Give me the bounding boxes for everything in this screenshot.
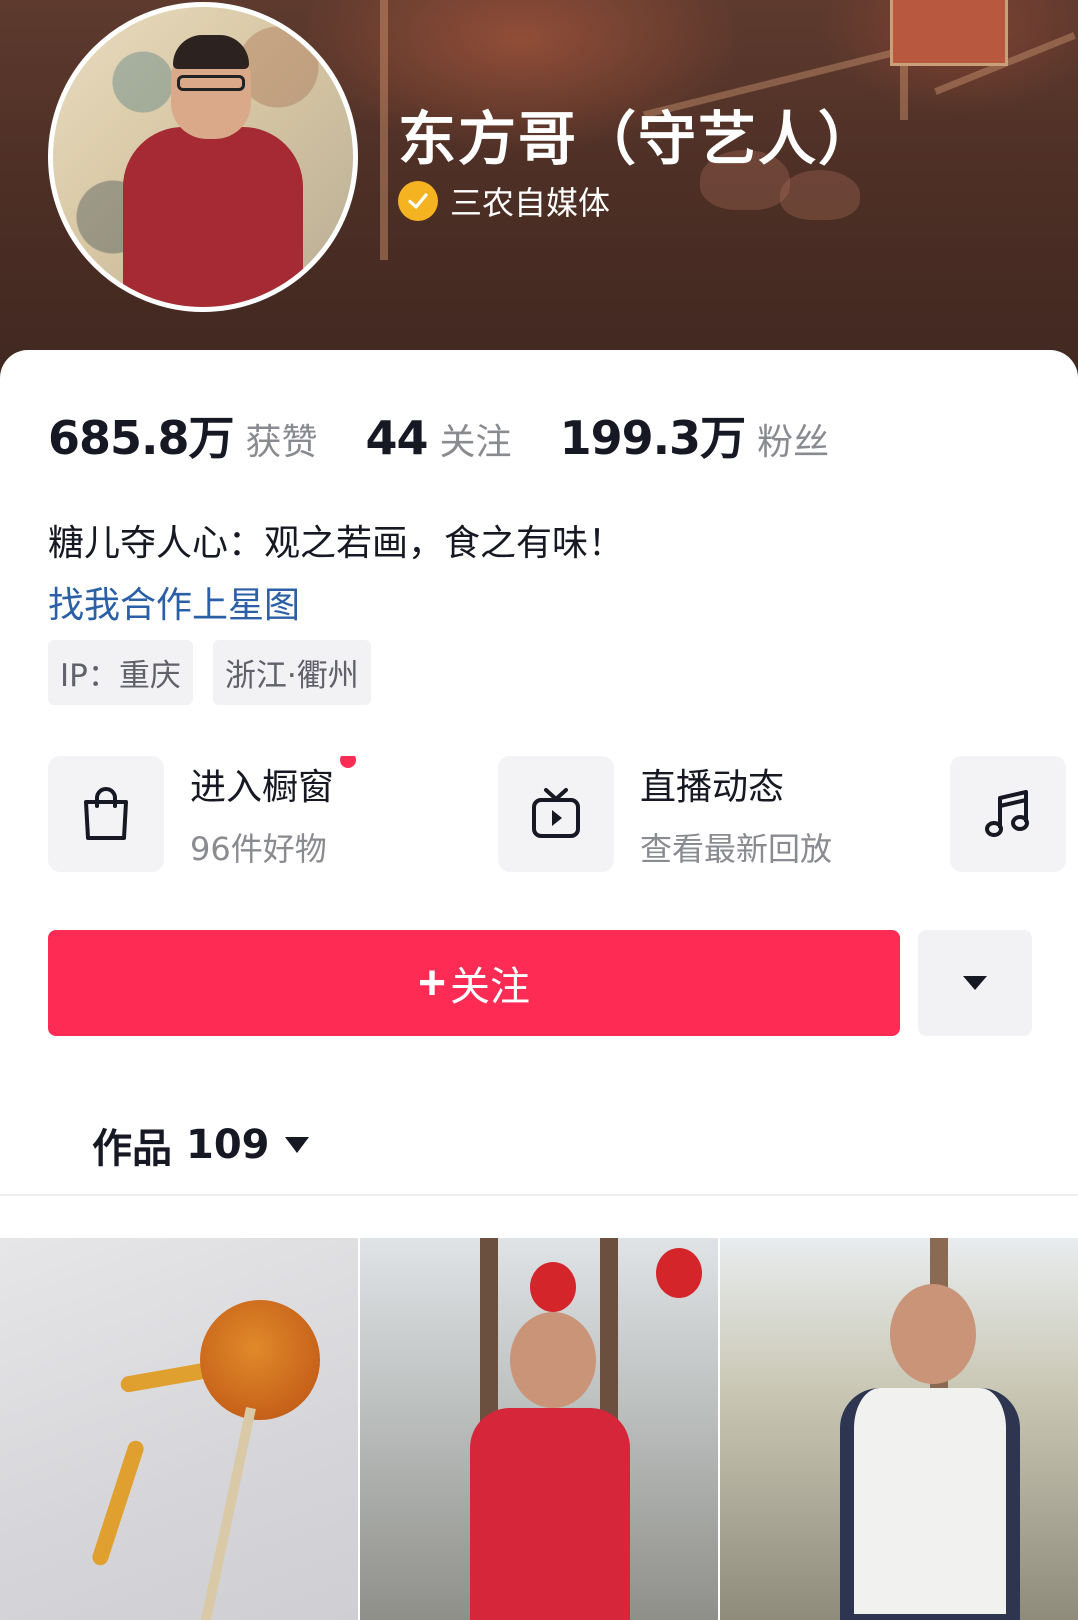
feature-subtitle: 96件好物 [190,830,327,868]
feature-live-updates[interactable]: 直播动态 查看最新回放 [498,756,832,872]
feature-title: 进入橱窗 [190,756,357,810]
stat-likes[interactable]: 685.8万 获赞 [48,402,318,468]
stat-followers[interactable]: 199.3万 粉丝 [560,402,830,468]
verification-label: 三农自媒体 [450,184,611,222]
stats-row: 685.8万 获赞 44 关注 199.3万 粉丝 [48,402,877,468]
banner-decoration [380,0,388,260]
thumbnail-art [200,1300,320,1420]
tab-works[interactable]: 作品 109 [92,1116,310,1174]
feature-subtitle: 查看最新回放 [640,830,833,868]
bio-text: 糖儿夺人心：观之若画，食之有味！ [48,523,625,564]
works-count: 109 [186,1122,270,1168]
thumbnail-art [840,1388,1020,1620]
feature-row: 进入橱窗 96件好物 直播动态 查看最新回放 [48,756,1078,876]
stat-following[interactable]: 44 关注 [366,411,512,465]
stat-label: 获赞 [245,422,318,463]
verification-row: 三农自媒体 [398,178,610,224]
ip-location-tag: IP：重庆 [48,640,193,705]
video-thumbnail[interactable] [360,1238,718,1620]
triangle-down-icon [963,976,987,990]
feature-icon-box [950,756,1066,872]
avatar-figure [177,75,245,91]
stat-value: 199.3万 [559,411,747,465]
triangle-down-icon [284,1137,309,1153]
video-grid [0,1238,1078,1620]
thumbnail-art [510,1312,596,1408]
thumbnail-art [656,1248,702,1298]
follow-button[interactable]: + 关注 [48,930,900,1036]
stat-label: 粉丝 [757,422,830,463]
feature-title-text: 进入橱窗 [190,767,335,808]
more-options-button[interactable] [918,930,1032,1036]
tags-row: IP：重庆 浙江·衢州 [48,640,391,705]
feature-text: 直播动态 查看最新回放 [640,758,832,870]
video-thumbnail[interactable] [720,1238,1078,1620]
banner-decoration [890,0,1008,66]
thumbnail-art [90,1438,146,1568]
tab-divider [0,1194,1078,1196]
video-thumbnail[interactable] [0,1238,358,1620]
profile-banner: 东方哥（守艺人） 三农自媒体 [0,0,1078,400]
stat-value: 685.8万 [48,411,235,465]
feature-icon-box [498,756,614,872]
stat-label: 关注 [439,422,512,463]
feature-music[interactable] [950,756,1066,872]
feature-shop-window[interactable]: 进入橱窗 96件好物 [48,756,357,872]
thumbnail-art [196,1406,256,1620]
cooperation-link[interactable]: 找我合作上星图 [48,576,300,628]
stat-value: 44 [365,411,429,465]
verified-check-icon [398,181,438,221]
avatar-figure [123,127,303,307]
thumbnail-art [470,1408,630,1620]
banner-decoration [780,170,860,220]
thumbnail-art [530,1262,576,1312]
profile-name: 东方哥（守艺人） [398,105,879,173]
thumbnail-art [890,1284,976,1384]
works-tab-label: 作品 [92,1126,172,1172]
feature-icon-box [48,756,164,872]
follow-button-label: 关注 [450,965,531,1009]
music-note-icon [985,790,1029,837]
feature-title: 直播动态 [640,767,785,808]
notification-dot [340,756,357,768]
feature-text: 进入橱窗 96件好物 [190,756,357,870]
plus-icon: + [417,956,447,1010]
check-icon [408,193,428,209]
tv-play-icon [532,788,580,838]
shopping-bag-icon [84,787,128,840]
region-tag[interactable]: 浙江·衢州 [212,640,371,705]
avatar[interactable] [48,2,358,312]
